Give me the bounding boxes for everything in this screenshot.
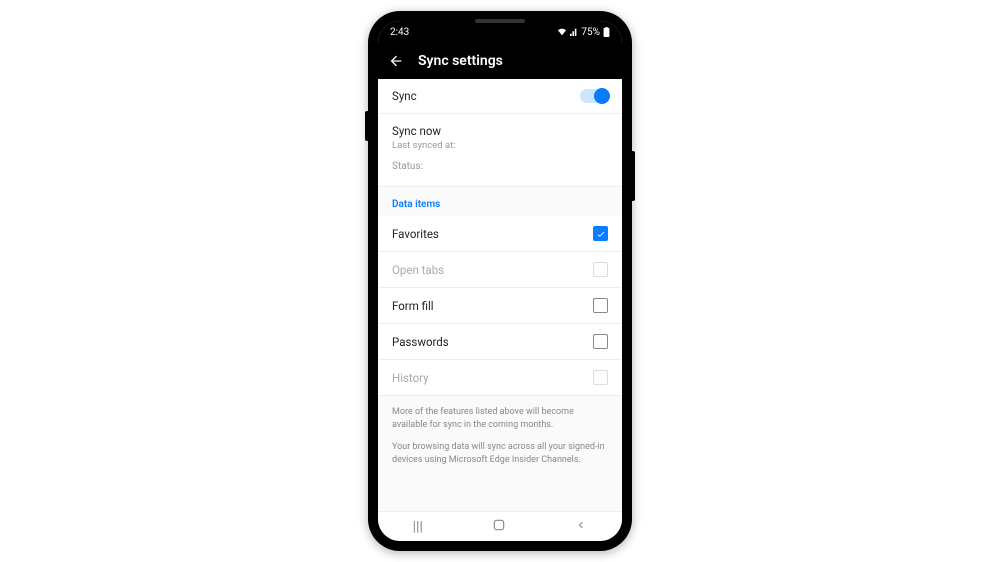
footer-note-1: More of the features listed above will b… — [378, 396, 622, 441]
page-title: Sync settings — [418, 53, 503, 69]
nav-back[interactable] — [575, 519, 587, 535]
sync-toggle-row[interactable]: Sync — [378, 79, 622, 114]
wifi-icon — [557, 28, 567, 36]
status-right: 75% — [557, 27, 610, 38]
status-time: 2:43 — [390, 27, 409, 38]
data-items-header: Data items — [378, 187, 622, 216]
phone-frame: 2:43 75% Sync settings Sync Sync now — [368, 11, 632, 551]
sync-now-row[interactable]: Sync now Last synced at: — [378, 114, 622, 155]
item-label: Open tabs — [392, 263, 444, 277]
status-row: Status: — [378, 155, 622, 187]
android-navbar: ||| — [378, 511, 622, 541]
footer-note-2: Your browsing data will sync across all … — [378, 441, 622, 476]
item-form-fill[interactable]: Form fill — [378, 288, 622, 324]
status-bar: 2:43 75% — [378, 21, 622, 43]
checkbox-open-tabs — [593, 262, 608, 277]
sync-label: Sync — [392, 89, 417, 103]
item-label: Favorites — [392, 227, 439, 241]
arrow-left-icon — [388, 53, 404, 69]
battery-icon — [603, 27, 610, 37]
content-scroll[interactable]: Sync Sync now Last synced at: Status: Da… — [378, 79, 622, 511]
checkbox-form-fill[interactable] — [593, 298, 608, 313]
item-label: History — [392, 371, 429, 385]
home-icon — [492, 518, 506, 532]
check-icon — [596, 229, 606, 239]
battery-text: 75% — [581, 27, 600, 38]
phone-side-button — [365, 111, 368, 141]
item-label: Passwords — [392, 335, 449, 349]
sync-now-sub: Last synced at: — [392, 140, 456, 151]
nav-recents[interactable]: ||| — [413, 519, 423, 535]
item-passwords[interactable]: Passwords — [378, 324, 622, 360]
chevron-left-icon — [575, 519, 587, 531]
app-bar: Sync settings — [378, 43, 622, 79]
item-history: History — [378, 360, 622, 396]
sync-toggle[interactable] — [580, 89, 608, 103]
item-open-tabs: Open tabs — [378, 252, 622, 288]
checkbox-passwords[interactable] — [593, 334, 608, 349]
back-button[interactable] — [388, 53, 404, 69]
item-label: Form fill — [392, 299, 434, 313]
checkbox-favorites[interactable] — [593, 226, 608, 241]
screen: 2:43 75% Sync settings Sync Sync now — [378, 21, 622, 541]
nav-home[interactable] — [492, 518, 506, 536]
sync-now-label: Sync now — [392, 124, 456, 138]
status-label: Status: — [392, 161, 423, 172]
checkbox-history — [593, 370, 608, 385]
signal-icon — [570, 28, 578, 36]
item-favorites[interactable]: Favorites — [378, 216, 622, 252]
